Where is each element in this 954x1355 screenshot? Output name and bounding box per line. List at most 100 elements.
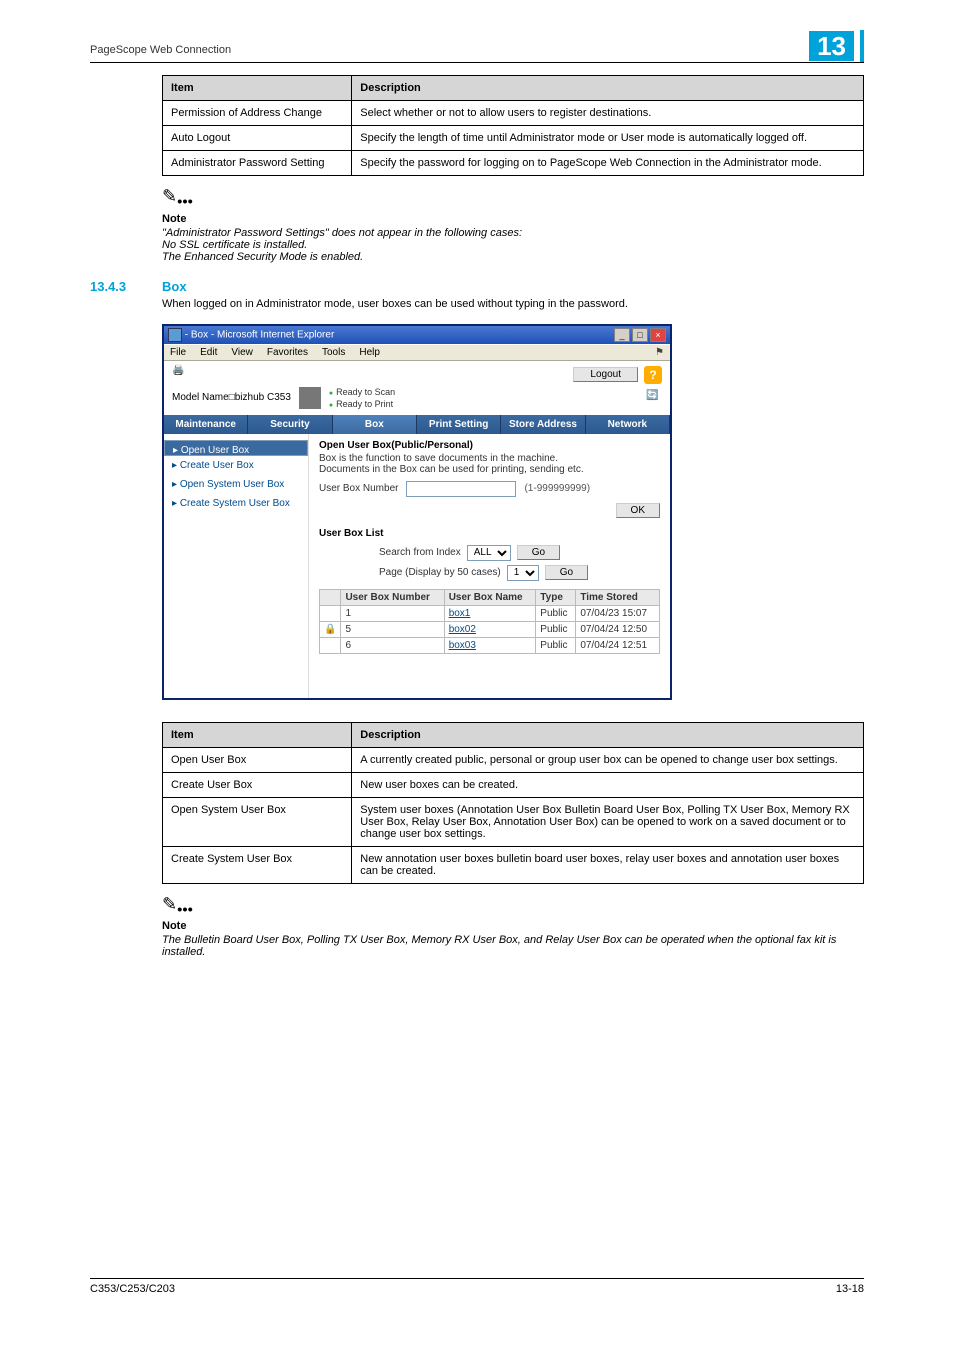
chapter-number: 13 bbox=[809, 30, 864, 62]
cell-time: 07/04/23 15:07 bbox=[576, 605, 660, 621]
cell-num: 6 bbox=[341, 637, 444, 653]
note-line: No SSL certificate is installed. bbox=[162, 239, 864, 251]
help-icon[interactable]: ? bbox=[644, 366, 662, 384]
sidebar-item-open-user-box[interactable]: Open User Box bbox=[164, 440, 308, 456]
page-display-label: Page (Display by 50 cases) bbox=[379, 567, 501, 578]
note-icon: ✎••• bbox=[162, 186, 193, 211]
cell-time: 07/04/24 12:51 bbox=[576, 637, 660, 653]
note-2: ✎••• Note The Bulletin Board User Box, P… bbox=[162, 894, 864, 959]
tab-network[interactable]: Network bbox=[586, 415, 670, 434]
window-titlebar: - Box - Microsoft Internet Explorer _ □ … bbox=[164, 326, 670, 344]
footer-left: C353/C253/C203 bbox=[90, 1283, 175, 1295]
user-box-number-input[interactable] bbox=[406, 481, 516, 497]
th-lock bbox=[320, 589, 341, 605]
menu-tools[interactable]: Tools bbox=[322, 347, 345, 358]
cell-type: Public bbox=[536, 605, 576, 621]
cell-desc: Select whether or not to allow users to … bbox=[352, 101, 864, 126]
cell-item: Open User Box bbox=[163, 747, 352, 772]
menu-edit[interactable]: Edit bbox=[200, 347, 217, 358]
footer-right: 13-18 bbox=[836, 1283, 864, 1295]
user-box-number-label: User Box Number bbox=[319, 483, 398, 494]
table-row: Open System User Box System user boxes (… bbox=[163, 797, 864, 846]
cell-type: Public bbox=[536, 621, 576, 637]
nav-tabs: Maintenance Security Box Print Setting S… bbox=[164, 415, 670, 434]
table-row: Open User Box A currently created public… bbox=[163, 747, 864, 772]
search-index-select[interactable]: ALL bbox=[467, 545, 511, 561]
ie-flag-icon: ⚑ bbox=[655, 347, 664, 358]
cell-desc: A currently created public, personal or … bbox=[352, 747, 864, 772]
cell-item: Create User Box bbox=[163, 772, 352, 797]
cell-desc: New user boxes can be created. bbox=[352, 772, 864, 797]
note-line: The Enhanced Security Mode is enabled. bbox=[162, 251, 864, 263]
header-left: PageScope Web Connection bbox=[90, 44, 231, 62]
table-row: 6 box03 Public 07/04/24 12:51 bbox=[320, 637, 660, 653]
model-name: Model Name□bizhub C353 bbox=[172, 392, 291, 403]
menu-favorites[interactable]: Favorites bbox=[267, 347, 308, 358]
table-row: Auto Logout Specify the length of time u… bbox=[163, 126, 864, 151]
table-row: 1 box1 Public 07/04/23 15:07 bbox=[320, 605, 660, 621]
note-line: "Administrator Password Settings" does n… bbox=[162, 227, 864, 239]
user-box-list-table: User Box Number User Box Name Type Time … bbox=[319, 589, 660, 654]
th-type: Type bbox=[536, 589, 576, 605]
ie-icon bbox=[168, 328, 182, 342]
sidebar-item-open-system-user-box[interactable]: Open System User Box bbox=[164, 475, 308, 494]
close-button[interactable]: × bbox=[650, 328, 666, 342]
user-box-number-hint: (1-999999999) bbox=[524, 483, 590, 494]
box-link[interactable]: box1 bbox=[449, 608, 471, 619]
go-index-button[interactable]: Go bbox=[517, 545, 560, 560]
th-desc: Description bbox=[352, 722, 864, 747]
box-link[interactable]: box03 bbox=[449, 640, 476, 651]
sidebar-item-create-user-box[interactable]: Create User Box bbox=[164, 456, 308, 475]
note-title: Note bbox=[162, 213, 864, 225]
minimize-button[interactable]: _ bbox=[614, 328, 630, 342]
lock-icon bbox=[320, 605, 341, 621]
page-select[interactable]: 1 bbox=[507, 565, 539, 581]
ie-window: - Box - Microsoft Internet Explorer _ □ … bbox=[162, 324, 672, 700]
brand-icon: 🖨️ bbox=[172, 365, 192, 385]
refresh-icon[interactable]: 🔄 bbox=[646, 390, 662, 406]
menu-file[interactable]: File bbox=[170, 347, 186, 358]
table-row: Create System User Box New annotation us… bbox=[163, 846, 864, 883]
table-items-1: Item Description Permission of Address C… bbox=[162, 75, 864, 176]
cell-item: Open System User Box bbox=[163, 797, 352, 846]
cell-type: Public bbox=[536, 637, 576, 653]
cell-item: Permission of Address Change bbox=[163, 101, 352, 126]
tab-box[interactable]: Box bbox=[333, 415, 417, 434]
sidebar-item-create-system-user-box[interactable]: Create System User Box bbox=[164, 494, 308, 513]
section-title: Box bbox=[162, 279, 187, 294]
tab-store-address[interactable]: Store Address bbox=[501, 415, 585, 434]
menu-help[interactable]: Help bbox=[359, 347, 380, 358]
th-box-number: User Box Number bbox=[341, 589, 444, 605]
section-number: 13.4.3 bbox=[90, 279, 162, 294]
table-row: Create User Box New user boxes can be cr… bbox=[163, 772, 864, 797]
table-row: 🔒 5 box02 Public 07/04/24 12:50 bbox=[320, 621, 660, 637]
side-nav: Open User Box Create User Box Open Syste… bbox=[164, 434, 309, 698]
cell-item: Auto Logout bbox=[163, 126, 352, 151]
tab-maintenance[interactable]: Maintenance bbox=[164, 415, 248, 434]
box-link[interactable]: box02 bbox=[449, 624, 476, 635]
ok-button[interactable]: OK bbox=[616, 503, 660, 518]
status-scan: Ready to Scan bbox=[329, 387, 395, 397]
th-time: Time Stored bbox=[576, 589, 660, 605]
ie-menubar: File Edit View Favorites Tools Help ⚑ bbox=[164, 344, 670, 361]
note-1: ✎••• Note "Administrator Password Settin… bbox=[162, 186, 864, 263]
cell-desc: System user boxes (Annotation User Box B… bbox=[352, 797, 864, 846]
menu-view[interactable]: View bbox=[231, 347, 253, 358]
cell-item: Administrator Password Setting bbox=[163, 151, 352, 176]
note-icon: ✎••• bbox=[162, 894, 193, 919]
cell-num: 1 bbox=[341, 605, 444, 621]
table-items-2: Item Description Open User Box A current… bbox=[162, 722, 864, 884]
chapter-stripe bbox=[860, 30, 864, 62]
tab-security[interactable]: Security bbox=[248, 415, 332, 434]
go-page-button[interactable]: Go bbox=[545, 565, 588, 580]
table-row: Administrator Password Setting Specify t… bbox=[163, 151, 864, 176]
th-box-name: User Box Name bbox=[444, 589, 536, 605]
note-body: The Bulletin Board User Box, Polling TX … bbox=[162, 934, 864, 958]
chapter-num-box: 13 bbox=[809, 31, 854, 61]
maximize-button[interactable]: □ bbox=[632, 328, 648, 342]
cell-item: Create System User Box bbox=[163, 846, 352, 883]
logout-button[interactable]: Logout bbox=[573, 367, 638, 382]
cell-time: 07/04/24 12:50 bbox=[576, 621, 660, 637]
table-row: Permission of Address Change Select whet… bbox=[163, 101, 864, 126]
tab-print-setting[interactable]: Print Setting bbox=[417, 415, 501, 434]
